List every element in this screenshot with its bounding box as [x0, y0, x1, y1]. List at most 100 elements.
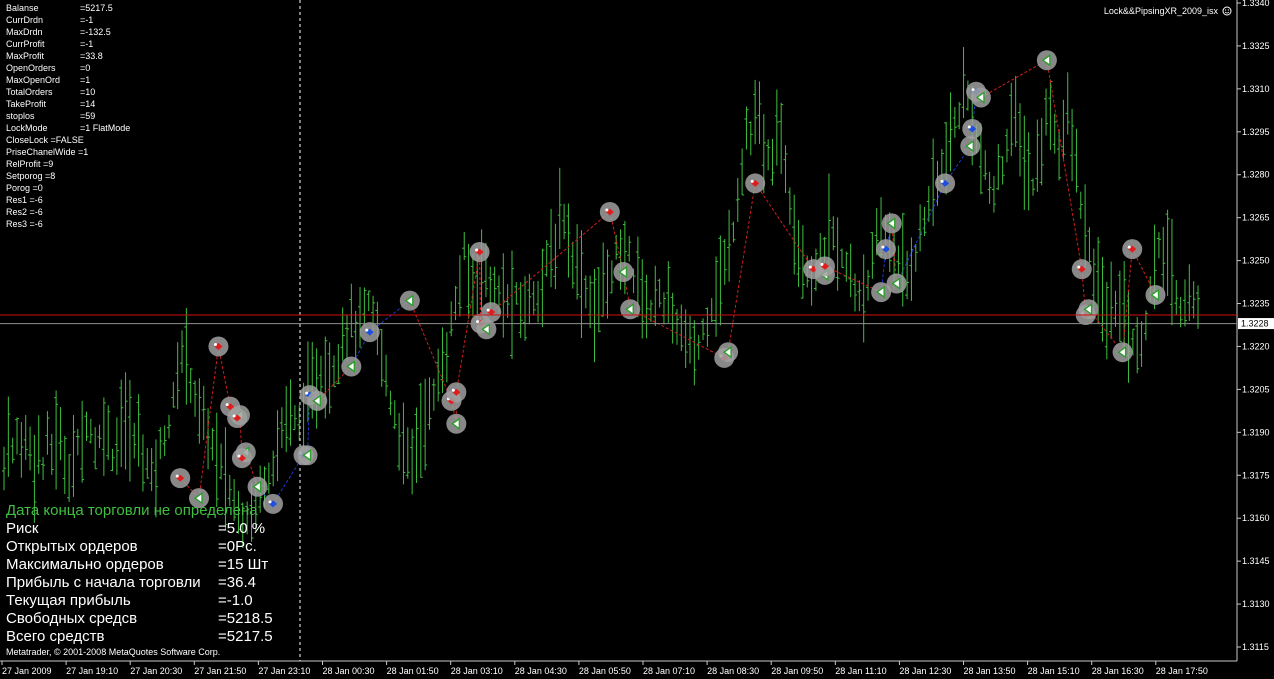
stat-label: Balanse [6, 3, 39, 13]
copyright-label: Metatrader, © 2001-2008 MetaQuotes Softw… [6, 647, 220, 657]
y-tick-label: 1.3280 [1242, 170, 1270, 180]
stat-label: MaxProfit [6, 51, 45, 61]
stat-label: MaxDrdn [6, 27, 43, 37]
close-arrow-marker [307, 390, 328, 411]
info-row-value: =5218.5 [218, 610, 273, 627]
x-tick-label: 28 Jan 11:10 [835, 666, 886, 676]
sell-order-marker [599, 201, 620, 222]
x-tick-label: 27 Jan 19:10 [66, 666, 118, 676]
x-tick-label: 28 Jan 00:30 [323, 666, 375, 676]
x-tick-label: 28 Jan 04:30 [515, 666, 567, 676]
info-row-label: Всего средств [6, 628, 104, 645]
stat-value: =33.8 [80, 51, 103, 61]
stat-label: stoplos [6, 111, 35, 121]
x-tick-label: 28 Jan 15:10 [1028, 666, 1080, 676]
y-tick-label: 1.3130 [1242, 599, 1270, 609]
info-row-value: =15 Шт [218, 556, 268, 573]
buy-order-marker [935, 173, 956, 194]
stat-label: OpenOrders [6, 63, 56, 73]
y-tick-label: 1.3205 [1242, 384, 1270, 394]
sell-order-marker [208, 336, 229, 357]
stat-value: =0 [80, 63, 90, 73]
close-arrow-marker [399, 290, 420, 311]
y-tick-label: 1.3295 [1242, 127, 1270, 137]
close-arrow-marker [613, 262, 634, 283]
x-tick-label: 28 Jan 05:50 [579, 666, 631, 676]
indicator-label: Lock&&PipsingXR_2009_isx [1104, 6, 1219, 16]
info-row-value: =0Pc. [218, 538, 257, 555]
y-tick-label: 1.3265 [1242, 213, 1270, 223]
x-tick-label: 28 Jan 12:30 [899, 666, 951, 676]
stat-value: =1 FlatMode [80, 123, 130, 133]
sell-order-marker [1122, 239, 1143, 260]
stat-line: RelProfit =9 [6, 159, 53, 169]
y-tick-label: 1.3145 [1242, 556, 1270, 566]
y-tick-label: 1.3235 [1242, 299, 1270, 309]
stat-line: PriseChanelWide =1 [6, 147, 88, 157]
stat-value: =10 [80, 87, 95, 97]
y-tick-label: 1.3340 [1242, 0, 1270, 8]
close-arrow-marker [881, 213, 902, 234]
x-tick-label: 28 Jan 08:30 [707, 666, 759, 676]
info-row-label: Свободных средсв [6, 610, 137, 627]
stat-label: LockMode [6, 123, 48, 133]
info-row-label: Максимально ордеров [6, 556, 164, 573]
x-tick-label: 28 Jan 16:30 [1092, 666, 1144, 676]
info-panel-header: Дата конца торговли не определена [6, 502, 258, 519]
stat-line: Res3 =-6 [6, 219, 43, 229]
x-tick-label: 28 Jan 01:50 [387, 666, 439, 676]
stat-label: MaxOpenOrd [6, 75, 60, 85]
close-arrow-marker [1145, 284, 1166, 305]
close-arrow-marker [446, 413, 467, 434]
buy-order-marker [962, 118, 983, 139]
close-arrow-marker [1078, 299, 1099, 320]
x-tick-label: 28 Jan 07:10 [643, 666, 695, 676]
stat-line: Porog =0 [6, 183, 43, 193]
stat-line: Res2 =-6 [6, 207, 43, 217]
info-row-value: =-1.0 [218, 592, 253, 609]
info-row-value: =36.4 [218, 574, 256, 591]
y-tick-label: 1.3160 [1242, 513, 1270, 523]
sell-order-marker [446, 382, 467, 403]
stat-value: =-132.5 [80, 27, 111, 37]
sell-order-marker [231, 448, 252, 469]
close-arrow-marker [476, 319, 497, 340]
stat-value: =-1 [80, 15, 93, 25]
close-arrow-marker [247, 476, 268, 497]
info-row-label: Текущая прибыль [6, 592, 131, 609]
x-tick-label: 28 Jan 13:50 [964, 666, 1016, 676]
close-arrow-marker [1036, 50, 1057, 71]
stat-label: TotalOrders [6, 87, 53, 97]
info-row-label: Открытых ордеров [6, 538, 138, 555]
stat-label: TakeProfit [6, 99, 47, 109]
x-tick-label: 28 Jan 17:50 [1156, 666, 1208, 676]
stat-value: =5217.5 [80, 3, 113, 13]
sell-order-marker [1071, 259, 1092, 280]
close-arrow-marker [1112, 342, 1133, 363]
info-row-label: Риск [6, 520, 39, 537]
y-tick-label: 1.3115 [1242, 642, 1269, 652]
buy-order-marker [875, 239, 896, 260]
y-tick-label: 1.3175 [1242, 470, 1270, 480]
x-tick-label: 27 Jan 21:50 [194, 666, 246, 676]
stat-value: =14 [80, 99, 95, 109]
y-tick-label: 1.3220 [1242, 341, 1270, 351]
stat-line: Setporog =8 [6, 171, 55, 181]
close-arrow-marker [620, 299, 641, 320]
close-arrow-marker [970, 87, 991, 108]
stat-line: CloseLock =FALSE [6, 135, 84, 145]
x-tick-label: 28 Jan 09:50 [771, 666, 823, 676]
sell-order-marker [170, 468, 191, 489]
sell-order-marker [227, 408, 248, 429]
buy-order-marker [359, 322, 380, 343]
y-tick-label: 1.3325 [1242, 41, 1270, 51]
current-price-badge: 1.3228 [1238, 318, 1274, 330]
close-arrow-marker [960, 136, 981, 157]
sell-order-marker [469, 242, 490, 263]
chart-root: 1.3340 1.3325 1.3310 1.3295 1.3280 1.3265 1.32… [0, 0, 1274, 679]
y-tick-label: 1.3310 [1242, 84, 1270, 94]
info-row-value: =5.0 % [218, 520, 265, 537]
close-arrow-marker [886, 273, 907, 294]
current-price-label: 1.3228 [1241, 319, 1269, 329]
x-tick-label: 27 Jan 2009 [2, 666, 52, 676]
